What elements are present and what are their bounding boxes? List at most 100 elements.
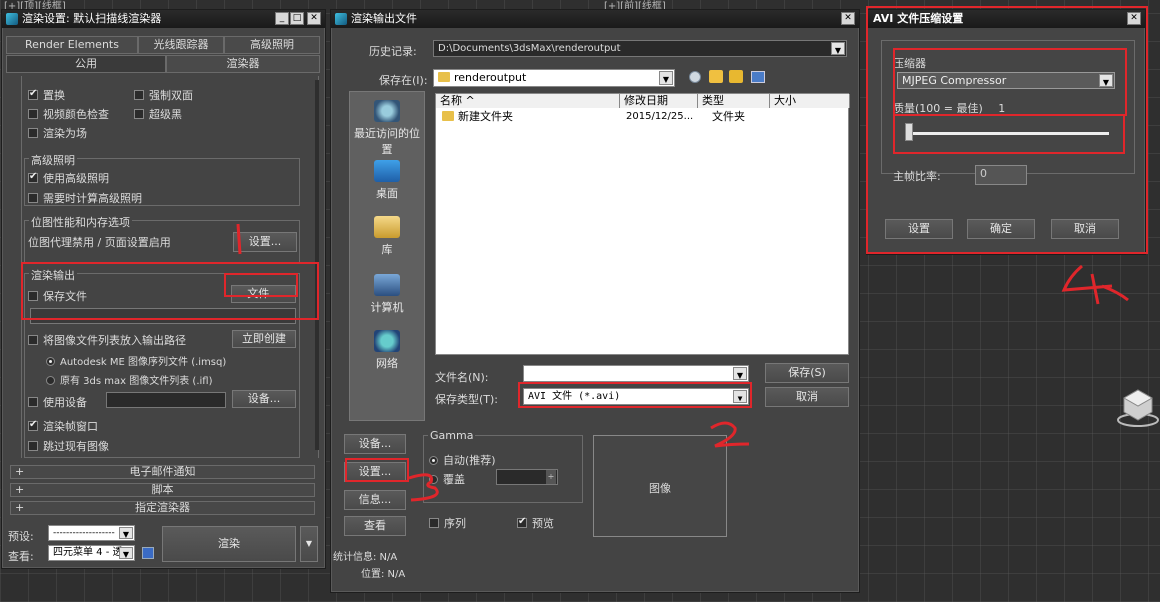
devices-button[interactable]: 设备... bbox=[344, 434, 406, 454]
close-icon[interactable]: ✕ bbox=[841, 12, 855, 25]
skip-existing-option[interactable]: 跳过现有图像 bbox=[28, 438, 109, 454]
sequence-checkbox[interactable] bbox=[429, 518, 439, 528]
chevron-down-icon[interactable]: ▼ bbox=[733, 390, 747, 403]
use-device-option[interactable]: 使用设备 bbox=[28, 394, 87, 410]
view-menu-icon[interactable] bbox=[751, 71, 765, 83]
close-icon[interactable]: ✕ bbox=[307, 12, 321, 25]
legacy-ifl-option[interactable]: 原有 3ds max 图像文件列表 (.ifl) bbox=[46, 372, 212, 387]
autodesk-me-radio[interactable] bbox=[46, 357, 55, 366]
render-button[interactable]: 渲染 bbox=[162, 526, 296, 562]
force-two-sided-checkbox[interactable] bbox=[134, 90, 144, 100]
compute-adv-lighting-option[interactable]: 需要时计算高级照明 bbox=[28, 190, 142, 206]
save-file-checkbox[interactable] bbox=[28, 291, 38, 301]
avi-dialog-titlebar[interactable]: AVI 文件压缩设置 ✕ bbox=[867, 10, 1145, 28]
render-setup-titlebar[interactable]: 渲染设置: 默认扫描线渲染器 _ □ ✕ bbox=[2, 10, 325, 28]
output-path-field[interactable] bbox=[30, 308, 296, 324]
render-options-dropdown[interactable]: ▼ bbox=[300, 526, 318, 562]
column-name[interactable]: 名称 ^ bbox=[436, 94, 620, 108]
tab-advanced-lighting[interactable]: 高级照明 bbox=[224, 36, 320, 54]
filetype-dropdown[interactable]: AVI 文件 (*.avi) ▼ bbox=[523, 388, 749, 405]
place-desktop[interactable]: 桌面 bbox=[350, 160, 424, 201]
save-in-dropdown[interactable]: renderoutput ▼ bbox=[433, 69, 675, 87]
gamma-override-spinner[interactable]: ÷ bbox=[496, 469, 558, 485]
super-black-checkbox[interactable] bbox=[134, 109, 144, 119]
maximize-icon[interactable]: □ bbox=[290, 12, 304, 25]
super-black-option[interactable]: 超级黑 bbox=[134, 106, 182, 122]
legacy-ifl-radio[interactable] bbox=[46, 376, 55, 385]
use-device-checkbox[interactable] bbox=[28, 397, 38, 407]
view-dropdown[interactable]: 四元菜单 4 - 透 ▼ bbox=[48, 545, 135, 561]
close-icon[interactable]: ✕ bbox=[1127, 12, 1141, 25]
skip-existing-checkbox[interactable] bbox=[28, 441, 38, 451]
autodesk-me-option[interactable]: Autodesk ME 图像序列文件 (.imsq) bbox=[46, 353, 226, 368]
gamma-auto-radio[interactable] bbox=[429, 456, 438, 465]
preset-dropdown[interactable]: ------------------- ▼ bbox=[48, 525, 135, 541]
chevron-down-icon[interactable]: ▼ bbox=[733, 367, 747, 380]
preview-checkbox[interactable] bbox=[517, 516, 527, 528]
quality-slider[interactable] bbox=[897, 120, 1117, 144]
chevron-down-icon[interactable]: ▼ bbox=[659, 71, 673, 85]
back-icon[interactable] bbox=[689, 71, 701, 83]
tab-raytracer[interactable]: 光线跟踪器 bbox=[138, 36, 224, 54]
save-button[interactable]: 保存(S) bbox=[765, 363, 849, 383]
info-button[interactable]: 信息... bbox=[344, 490, 406, 510]
chevron-down-icon[interactable]: ▼ bbox=[119, 547, 133, 559]
image-list-checkbox[interactable] bbox=[28, 335, 38, 345]
save-file-option[interactable]: 保存文件 bbox=[28, 288, 87, 304]
place-network[interactable]: 网络 bbox=[350, 330, 424, 371]
column-type[interactable]: 类型 bbox=[698, 94, 770, 108]
new-folder-icon[interactable] bbox=[729, 70, 743, 83]
column-size[interactable]: 大小 bbox=[770, 94, 850, 108]
rollout-assign-renderer[interactable]: 指定渲染器 + bbox=[10, 501, 315, 515]
history-dropdown[interactable]: D:\Documents\3dsMax\renderoutput ▼ bbox=[433, 40, 847, 57]
device-field[interactable] bbox=[106, 392, 226, 408]
cancel-button[interactable]: 取消 bbox=[765, 387, 849, 407]
keyframe-field[interactable]: 0 bbox=[975, 165, 1027, 185]
column-date[interactable]: 修改日期 bbox=[620, 94, 698, 108]
place-recent[interactable]: 最近访问的位置 bbox=[350, 100, 424, 157]
force-two-sided-option[interactable]: 强制双面 bbox=[134, 87, 193, 103]
setup-button[interactable]: 设置... bbox=[344, 462, 406, 482]
gamma-auto-option[interactable]: 自动(推荐) bbox=[429, 452, 496, 468]
sequence-option[interactable]: 序列 bbox=[429, 515, 466, 531]
tab-render-elements[interactable]: Render Elements bbox=[6, 36, 138, 54]
displacement-checkbox[interactable] bbox=[28, 88, 38, 100]
video-color-check-checkbox[interactable] bbox=[28, 109, 38, 119]
use-adv-lighting-option[interactable]: 使用高级照明 bbox=[28, 170, 109, 186]
viewcube-icon[interactable] bbox=[1110, 380, 1160, 430]
filename-field[interactable]: ▼ bbox=[523, 365, 749, 382]
chevron-down-icon[interactable]: ▼ bbox=[119, 527, 133, 539]
render-frame-window-checkbox[interactable] bbox=[28, 419, 38, 431]
render-to-fields-checkbox[interactable] bbox=[28, 128, 38, 138]
file-list[interactable]: 名称 ^ 修改日期 类型 大小 新建文件夹 2015/12/25... 文件夹 bbox=[435, 93, 850, 355]
render-to-fields-option[interactable]: 渲染为场 bbox=[28, 125, 87, 141]
compressor-dropdown[interactable]: MJPEG Compressor ▼ bbox=[897, 72, 1115, 89]
minimize-icon[interactable]: _ bbox=[275, 12, 289, 25]
render-frame-window-option[interactable]: 渲染帧窗口 bbox=[28, 418, 98, 434]
tab-common[interactable]: 公用 bbox=[6, 55, 166, 73]
spinner-arrows-icon[interactable]: ÷ bbox=[546, 470, 556, 484]
devices-button[interactable]: 设备... bbox=[232, 390, 296, 408]
avi-cancel-button[interactable]: 取消 bbox=[1051, 219, 1119, 239]
place-library[interactable]: 库 bbox=[350, 216, 424, 257]
chevron-down-icon[interactable]: ▼ bbox=[831, 42, 845, 55]
up-folder-icon[interactable] bbox=[709, 70, 723, 83]
file-row[interactable]: 新建文件夹 2015/12/25... 文件夹 bbox=[436, 109, 850, 125]
rollout-scripts[interactable]: 脚本 + bbox=[10, 483, 315, 497]
slider-thumb[interactable] bbox=[905, 123, 914, 141]
files-button[interactable]: 文件... bbox=[231, 285, 296, 303]
create-now-button[interactable]: 立即创建 bbox=[232, 330, 296, 348]
view-button[interactable]: 查看 bbox=[344, 516, 406, 536]
rollout-email-notifications[interactable]: 电子邮件通知 + bbox=[10, 465, 315, 479]
video-color-check-option[interactable]: 视频颜色检查 bbox=[28, 106, 109, 122]
lock-icon[interactable] bbox=[142, 547, 154, 559]
avi-ok-button[interactable]: 确定 bbox=[967, 219, 1035, 239]
save-dialog-titlebar[interactable]: 渲染输出文件 ✕ bbox=[331, 10, 859, 28]
preview-option[interactable]: 预览 bbox=[517, 515, 554, 531]
place-computer[interactable]: 计算机 bbox=[350, 274, 424, 315]
tab-renderer[interactable]: 渲染器 bbox=[166, 55, 320, 73]
chevron-down-icon[interactable]: ▼ bbox=[1099, 74, 1113, 87]
use-adv-lighting-checkbox[interactable] bbox=[28, 171, 38, 183]
image-list-option[interactable]: 将图像文件列表放入输出路径 bbox=[28, 332, 186, 348]
compute-adv-lighting-checkbox[interactable] bbox=[28, 193, 38, 203]
